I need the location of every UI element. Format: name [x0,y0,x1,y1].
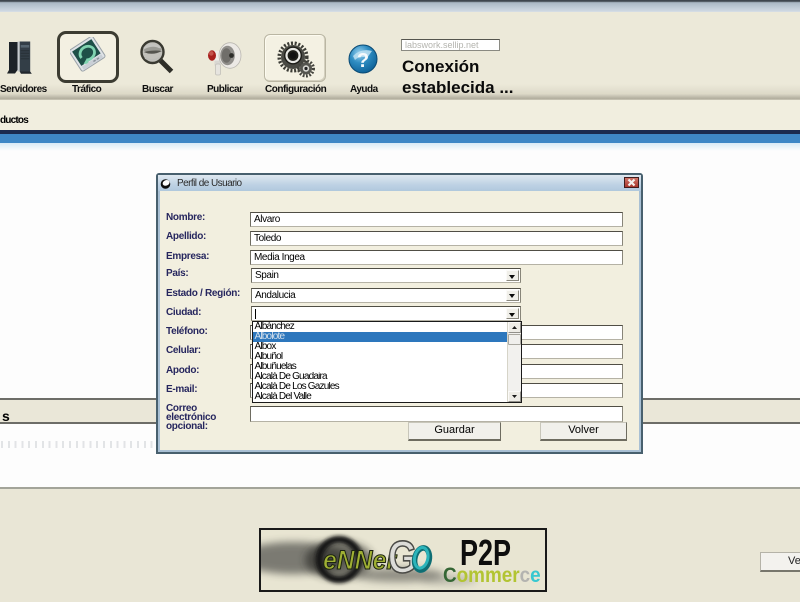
svg-text:eNNer: eNNer [323,545,397,575]
svg-text:?: ? [357,50,369,72]
svg-text:Commerce: Commerce [443,564,541,587]
